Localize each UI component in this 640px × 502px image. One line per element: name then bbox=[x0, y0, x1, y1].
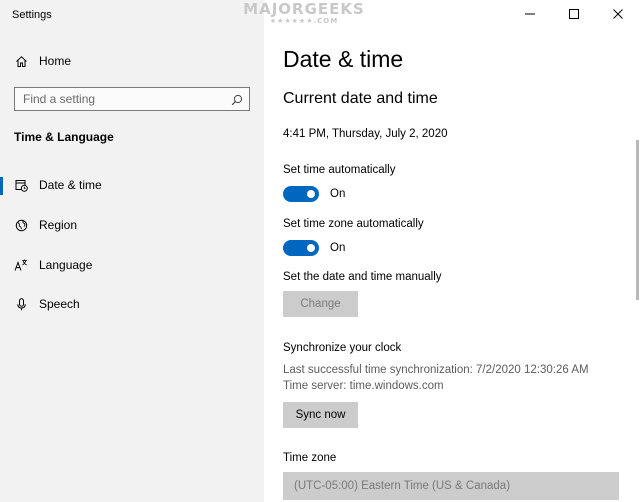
window-controls bbox=[508, 0, 640, 30]
sidebar-item-date-time[interactable]: Date & time bbox=[0, 169, 264, 201]
microphone-icon bbox=[14, 297, 28, 311]
toggle-knob bbox=[307, 190, 315, 198]
home-icon bbox=[14, 54, 28, 68]
sidebar-item-label: Region bbox=[39, 218, 78, 232]
timezone-dropdown[interactable]: (UTC-05:00) Eastern Time (US & Canada) bbox=[283, 472, 619, 500]
change-button[interactable]: Change bbox=[283, 291, 358, 317]
search-input[interactable] bbox=[15, 88, 233, 110]
timezone-label: Time zone bbox=[283, 452, 337, 464]
sidebar-item-language[interactable]: Language bbox=[0, 249, 264, 281]
globe-icon bbox=[14, 218, 28, 232]
close-button[interactable] bbox=[596, 0, 640, 28]
toggle-knob bbox=[307, 244, 315, 252]
sidebar-item-home[interactable]: Home bbox=[0, 45, 264, 77]
watermark-logo: MAJORGEEKS ★★★★★★.COM bbox=[234, 0, 374, 30]
set-timezone-auto-row: On bbox=[283, 239, 345, 257]
section-title: Time & Language bbox=[14, 130, 114, 144]
selection-indicator bbox=[0, 177, 3, 195]
set-time-auto-toggle[interactable] bbox=[283, 186, 319, 202]
sidebar: Settings Home Time & Language bbox=[0, 0, 264, 502]
sync-now-button[interactable]: Sync now bbox=[283, 402, 358, 428]
search-box bbox=[14, 87, 250, 111]
watermark-text: MAJORGEEKS bbox=[243, 0, 365, 18]
last-sync-text: Last successful time synchronization: 7/… bbox=[283, 364, 589, 376]
toggle-state-label: On bbox=[330, 188, 346, 200]
current-date-value: 4:41 PM, Thursday, July 2, 2020 bbox=[283, 128, 448, 140]
maximize-button[interactable] bbox=[552, 0, 596, 28]
sidebar-item-label: Language bbox=[39, 258, 93, 272]
calendar-clock-icon bbox=[14, 178, 28, 192]
set-timezone-auto-toggle[interactable] bbox=[283, 240, 319, 256]
window-title: Settings bbox=[12, 9, 52, 21]
minimize-button[interactable] bbox=[508, 0, 552, 28]
manual-label: Set the date and time manually bbox=[283, 271, 442, 283]
main-content: MAJORGEEKS ★★★★★★.COM Date & time Curren… bbox=[243, 0, 640, 502]
sync-heading: Synchronize your clock bbox=[283, 342, 402, 354]
time-server-text: Time server: time.windows.com bbox=[283, 380, 444, 392]
sidebar-item-speech[interactable]: Speech bbox=[0, 288, 264, 320]
set-timezone-auto-label: Set time zone automatically bbox=[283, 218, 424, 230]
search-icon[interactable] bbox=[231, 93, 243, 106]
settings-window: Settings Home Time & Language bbox=[0, 0, 640, 502]
language-icon bbox=[14, 258, 28, 272]
scrollbar[interactable] bbox=[636, 140, 639, 300]
page-title: Date & time bbox=[283, 46, 404, 72]
toggle-state-label: On bbox=[330, 242, 346, 254]
sidebar-item-label: Date & time bbox=[39, 178, 102, 192]
set-time-auto-label: Set time automatically bbox=[283, 164, 396, 176]
close-icon bbox=[613, 9, 623, 19]
minimize-icon bbox=[525, 13, 535, 15]
sidebar-item-label: Speech bbox=[39, 297, 80, 311]
sidebar-item-region[interactable]: Region bbox=[0, 209, 264, 241]
watermark-stars: ★★★★★★.COM bbox=[269, 17, 339, 25]
sidebar-item-label: Home bbox=[39, 54, 72, 68]
maximize-icon bbox=[569, 9, 579, 19]
set-time-auto-row: On bbox=[283, 185, 345, 203]
current-date-heading: Current date and time bbox=[283, 90, 438, 107]
